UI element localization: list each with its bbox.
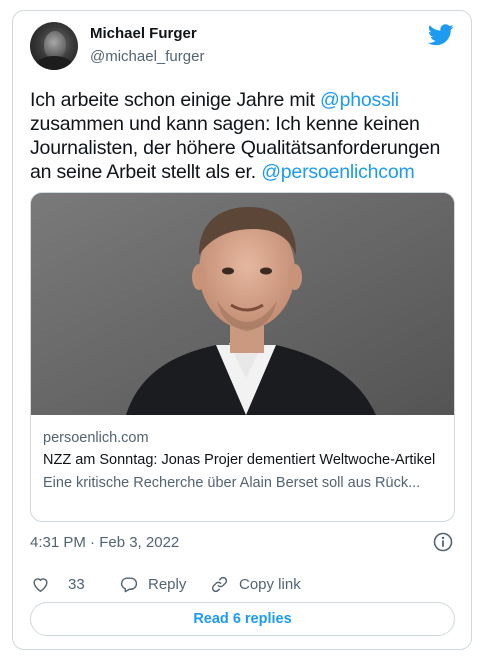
- copy-link-label: Copy link: [239, 575, 301, 593]
- twitter-bird-icon[interactable]: [428, 24, 454, 46]
- copy-link-button[interactable]: Copy link: [210, 572, 301, 596]
- tweet-actions: 33 Reply Copy link: [30, 572, 454, 596]
- author-handle[interactable]: @michael_furger: [90, 48, 204, 65]
- read-replies-button[interactable]: Read 6 replies: [30, 602, 455, 636]
- tweet-text-part1: Ich arbeite schon einige Jahre mit: [30, 89, 320, 111]
- mention-phossli[interactable]: @phossli: [320, 89, 399, 111]
- avatar-face: [44, 31, 66, 59]
- link-icon: [211, 576, 228, 592]
- portrait-illustration: [31, 193, 454, 415]
- tweet-header: Michael Furger @michael_furger: [30, 22, 454, 72]
- reply-label: Reply: [148, 575, 187, 593]
- info-icon[interactable]: [433, 532, 453, 552]
- reply-button[interactable]: Reply: [119, 572, 186, 596]
- avatar[interactable]: [30, 22, 78, 70]
- like-count: 33: [68, 575, 85, 593]
- tweet-timestamp[interactable]: 4:31 PM · Feb 3, 2022: [30, 534, 179, 551]
- link-preview-card[interactable]: persoenlich.com NZZ am Sonntag: Jonas Pr…: [30, 192, 455, 522]
- link-preview-meta: persoenlich.com NZZ am Sonntag: Jonas Pr…: [43, 429, 442, 493]
- tweet-text: Ich arbeite schon einige Jahre mit @phos…: [30, 88, 460, 184]
- heart-icon: [33, 577, 48, 592]
- link-description: Eine kritische Recherche über Alain Bers…: [43, 475, 421, 491]
- mention-persoenlichcom[interactable]: @persoenlichcom: [261, 161, 415, 183]
- link-preview-image: [31, 193, 454, 415]
- tweet-card[interactable]: Michael Furger @michael_furger Ich arbei…: [12, 10, 472, 650]
- link-title: NZZ am Sonntag: Jonas Projer dementiert …: [43, 452, 436, 468]
- avatar-shoulders: [34, 56, 74, 70]
- speech-bubble-icon: [120, 576, 138, 592]
- like-button[interactable]: 33: [31, 572, 85, 596]
- author-name[interactable]: Michael Furger: [90, 25, 197, 42]
- link-domain: persoenlich.com: [43, 430, 149, 446]
